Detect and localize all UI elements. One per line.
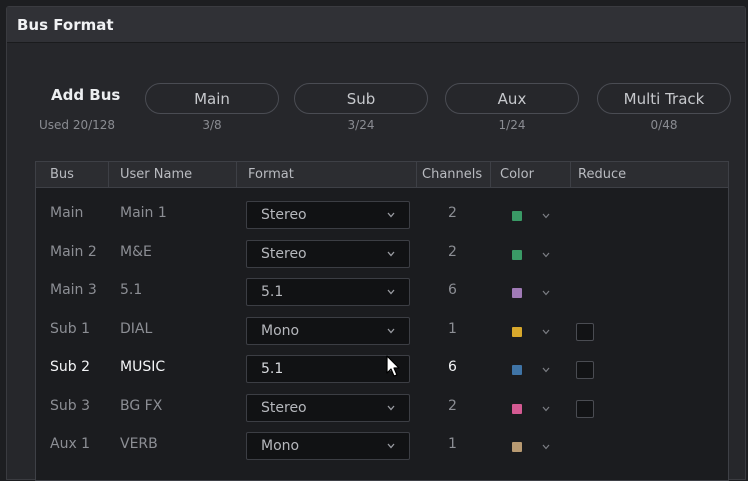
- add-bus-label: Add Bus: [51, 86, 121, 104]
- title-bar: Bus Format: [7, 7, 745, 43]
- user-name[interactable]: VERB: [120, 436, 158, 452]
- chevron-down-icon[interactable]: [542, 212, 550, 220]
- user-name[interactable]: BG FX: [120, 398, 162, 414]
- chevron-down-icon: [387, 405, 395, 411]
- chevron-down-icon: [387, 289, 395, 295]
- chevron-down-icon[interactable]: [542, 443, 550, 451]
- chevron-down-icon: [387, 251, 395, 257]
- bus-name: Main: [50, 205, 84, 221]
- add-aux-bus-label: Aux: [497, 89, 527, 108]
- header-user-name: User Name: [120, 167, 193, 182]
- table-row[interactable]: Main Main 1 Stereo 2: [36, 197, 728, 235]
- add-multitrack-bus-button[interactable]: Multi Track: [597, 83, 731, 114]
- user-name[interactable]: MUSIC: [120, 359, 165, 375]
- channel-count: 1: [448, 321, 457, 337]
- header-format: Format: [248, 167, 294, 182]
- color-swatch[interactable]: [512, 442, 522, 452]
- chevron-down-icon: [387, 443, 395, 449]
- table-row[interactable]: Main 2 M&E Stereo 2: [36, 236, 728, 274]
- user-name[interactable]: M&E: [120, 244, 152, 260]
- color-swatch[interactable]: [512, 250, 522, 260]
- chevron-down-icon[interactable]: [542, 251, 550, 259]
- chevron-down-icon: [387, 212, 395, 218]
- table-row[interactable]: Sub 1 DIAL Mono 1: [36, 313, 728, 351]
- add-main-bus-button[interactable]: Main: [145, 83, 279, 114]
- format-select[interactable]: Stereo: [246, 240, 410, 268]
- format-select[interactable]: Mono: [246, 432, 410, 460]
- format-select[interactable]: Mono: [246, 317, 410, 345]
- chevron-down-icon: [387, 328, 395, 334]
- channel-count: 6: [448, 282, 457, 298]
- used-count: Used 20/128: [39, 118, 116, 132]
- table-row[interactable]: Aux 1 VERB Mono 1: [36, 428, 728, 466]
- color-swatch[interactable]: [512, 327, 522, 337]
- format-value: Mono: [261, 323, 300, 339]
- bus-format-window: Bus Format Add Bus Used 20/128 Main Sub …: [6, 6, 746, 481]
- format-value: Mono: [261, 438, 300, 454]
- channel-count: 1: [448, 436, 457, 452]
- bus-name: Sub 3: [50, 398, 91, 414]
- format-value: Stereo: [261, 400, 307, 416]
- bus-name: Sub 1: [50, 321, 91, 337]
- format-select[interactable]: Stereo: [246, 394, 410, 422]
- chevron-down-icon[interactable]: [542, 328, 550, 336]
- color-swatch[interactable]: [512, 288, 522, 298]
- channel-count: 2: [448, 205, 457, 221]
- format-value: Stereo: [261, 207, 307, 223]
- table-row[interactable]: Sub 2 MUSIC 5.1 6: [36, 351, 728, 389]
- bus-table: Bus User Name Format Channels Color Redu…: [35, 161, 729, 481]
- reduce-checkbox[interactable]: [576, 323, 594, 341]
- format-value: 5.1: [261, 361, 284, 377]
- reduce-checkbox[interactable]: [576, 361, 594, 379]
- aux-bus-count: 1/24: [498, 118, 526, 132]
- main-bus-count: 3/8: [202, 118, 222, 132]
- color-swatch[interactable]: [512, 404, 522, 414]
- chevron-down-icon[interactable]: [542, 366, 550, 374]
- window-title: Bus Format: [17, 16, 114, 34]
- format-select[interactable]: Stereo: [246, 201, 410, 229]
- mouse-cursor-icon: [386, 355, 400, 377]
- channel-count: 2: [448, 398, 457, 414]
- bus-name: Sub 2: [50, 359, 91, 375]
- format-value: 5.1: [261, 284, 284, 300]
- channel-count: 2: [448, 244, 457, 260]
- add-sub-bus-label: Sub: [346, 89, 376, 108]
- add-aux-bus-button[interactable]: Aux: [445, 83, 579, 114]
- sub-bus-count: 3/24: [347, 118, 375, 132]
- header-channels: Channels: [422, 167, 483, 182]
- table-row[interactable]: Main 3 5.1 5.1 6: [36, 274, 728, 312]
- user-name[interactable]: 5.1: [120, 282, 142, 298]
- user-name[interactable]: Main 1: [120, 205, 167, 221]
- bus-name: Main 2: [50, 244, 97, 260]
- bus-name: Main 3: [50, 282, 97, 298]
- header-reduce: Reduce: [578, 167, 627, 182]
- table-header: Bus User Name Format Channels Color Redu…: [36, 162, 728, 188]
- multitrack-bus-count: 0/48: [650, 118, 678, 132]
- format-select[interactable]: 5.1: [246, 278, 410, 306]
- add-multitrack-bus-label: Multi Track: [623, 89, 705, 108]
- add-sub-bus-button[interactable]: Sub: [294, 83, 428, 114]
- chevron-down-icon[interactable]: [542, 405, 550, 413]
- reduce-checkbox[interactable]: [576, 400, 594, 418]
- format-value: Stereo: [261, 246, 307, 262]
- header-bus: Bus: [50, 167, 74, 182]
- add-main-bus-label: Main: [194, 89, 230, 108]
- color-swatch[interactable]: [512, 365, 522, 375]
- color-swatch[interactable]: [512, 211, 522, 221]
- header-color: Color: [500, 167, 534, 182]
- chevron-down-icon[interactable]: [542, 289, 550, 297]
- table-row[interactable]: Sub 3 BG FX Stereo 2: [36, 390, 728, 428]
- channel-count: 6: [448, 359, 457, 375]
- bus-name: Aux 1: [50, 436, 91, 452]
- user-name[interactable]: DIAL: [120, 321, 152, 337]
